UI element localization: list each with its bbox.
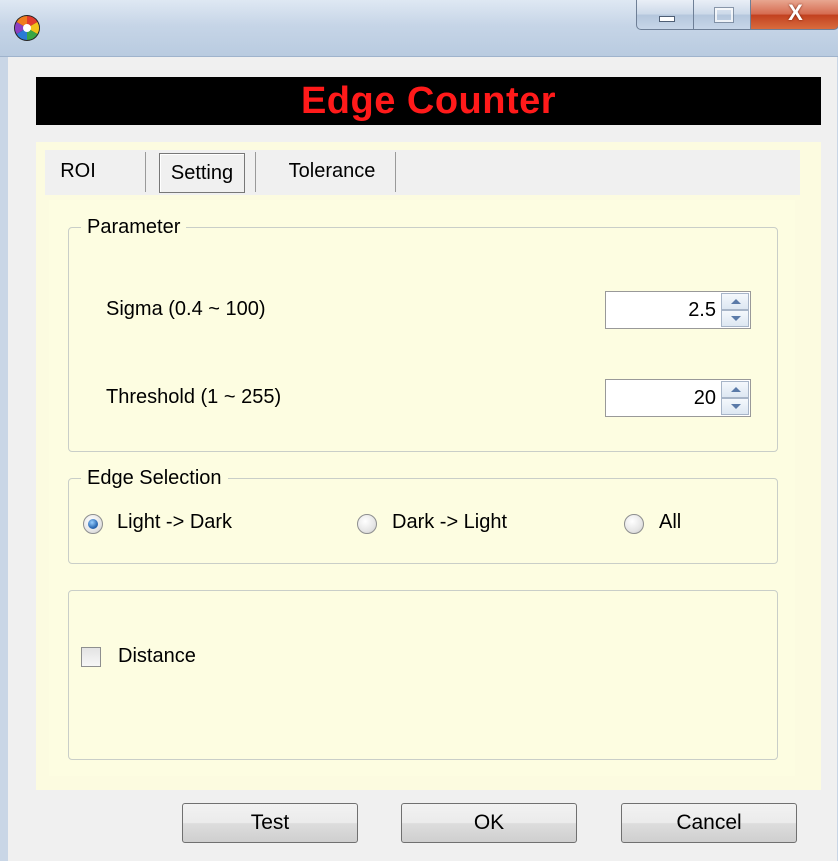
parameter-group-title: Parameter bbox=[81, 214, 187, 240]
threshold-spin-buttons bbox=[721, 381, 749, 415]
close-button[interactable]: X bbox=[750, 0, 838, 30]
radio-all[interactable] bbox=[624, 514, 644, 534]
sigma-increment-button[interactable] bbox=[721, 293, 749, 310]
radio-dark-to-light-label[interactable]: Dark -> Light bbox=[392, 511, 507, 534]
setting-page: Parameter Sigma (0.4 ~ 100) 2.5 Threshol… bbox=[49, 200, 795, 776]
cancel-button[interactable]: Cancel bbox=[621, 803, 797, 843]
tab-roi[interactable]: ROI bbox=[53, 150, 103, 192]
test-button[interactable]: Test bbox=[182, 803, 358, 843]
threshold-increment-button[interactable] bbox=[721, 381, 749, 398]
edge-counter-window: X Edge Counter ROI Setting Tolerance Par… bbox=[0, 0, 838, 861]
edge-selection-group-title: Edge Selection bbox=[81, 465, 228, 491]
arrow-down-icon bbox=[731, 404, 741, 409]
radio-light-to-dark[interactable] bbox=[83, 514, 103, 534]
sigma-decrement-button[interactable] bbox=[721, 310, 749, 327]
sigma-spin-buttons bbox=[721, 293, 749, 327]
ok-button[interactable]: OK bbox=[401, 803, 577, 843]
arrow-up-icon bbox=[731, 387, 741, 392]
edge-selection-group: Edge Selection Light -> Dark Dark -> Lig… bbox=[68, 465, 778, 564]
title-bar[interactable]: X bbox=[0, 0, 838, 57]
threshold-spinner[interactable]: 20 bbox=[605, 379, 751, 417]
close-icon: X bbox=[788, 0, 803, 25]
tab-setting[interactable]: Setting bbox=[159, 153, 245, 193]
sigma-value[interactable]: 2.5 bbox=[688, 292, 716, 328]
app-color-wheel-icon bbox=[14, 15, 40, 41]
threshold-label: Threshold (1 ~ 255) bbox=[106, 386, 282, 408]
minimize-button[interactable] bbox=[636, 0, 694, 30]
parameter-group: Parameter Sigma (0.4 ~ 100) 2.5 Threshol… bbox=[68, 214, 778, 452]
maximize-icon bbox=[714, 7, 734, 23]
arrow-up-icon bbox=[731, 299, 741, 304]
threshold-decrement-button[interactable] bbox=[721, 398, 749, 415]
distance-label[interactable]: Distance bbox=[118, 645, 196, 668]
distance-group: Distance bbox=[68, 590, 778, 760]
maximize-button[interactable] bbox=[693, 0, 751, 30]
sigma-spinner[interactable]: 2.5 bbox=[605, 291, 751, 329]
minimize-icon bbox=[659, 16, 675, 22]
tab-divider bbox=[395, 152, 396, 192]
arrow-down-icon bbox=[731, 316, 741, 321]
radio-dark-to-light[interactable] bbox=[357, 514, 377, 534]
tab-divider bbox=[255, 152, 256, 192]
tab-strip: ROI Setting Tolerance bbox=[45, 150, 800, 195]
distance-checkbox[interactable] bbox=[81, 647, 101, 667]
radio-light-to-dark-label[interactable]: Light -> Dark bbox=[117, 511, 232, 534]
tab-tolerance[interactable]: Tolerance bbox=[267, 150, 397, 192]
sigma-label: Sigma (0.4 ~ 100) bbox=[106, 298, 266, 320]
tab-divider bbox=[145, 152, 146, 192]
threshold-value[interactable]: 20 bbox=[694, 380, 716, 416]
page-title: Edge Counter bbox=[36, 77, 821, 125]
radio-all-label[interactable]: All bbox=[659, 511, 681, 534]
